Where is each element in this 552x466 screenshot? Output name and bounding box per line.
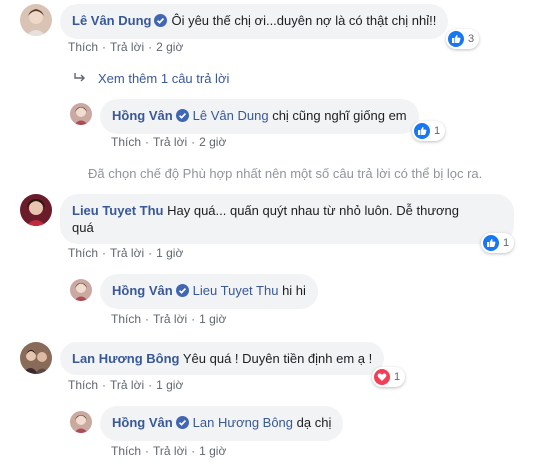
timestamp[interactable]: 1 giờ [156, 378, 183, 392]
like-reaction-icon [483, 235, 499, 251]
avatar[interactable] [20, 194, 52, 226]
comment-3: Lan Hương Bông Yêu quá ! Duyên tiền định… [20, 342, 385, 375]
reply-mention[interactable]: Lieu Tuyet Thu [193, 283, 279, 298]
reaction-count: 1 [434, 125, 441, 137]
reply-mention[interactable]: Lê Vân Dung [193, 108, 269, 123]
view-more-replies[interactable]: Xem thêm 1 câu trả lời [74, 71, 229, 86]
reply-1: Hồng Vân Lê Vân Dung chị cũng nghĩ giống … [70, 99, 419, 134]
like-button[interactable]: Thích [111, 135, 141, 149]
reply-text: dạ chị [296, 415, 332, 430]
comment-author[interactable]: Lan Hương Bông [72, 351, 179, 366]
verified-badge-icon [175, 109, 189, 126]
timestamp[interactable]: 1 giờ [199, 312, 226, 326]
comment-2: Lieu Tuyet Thu Hay quá... quấn quýt nhau… [20, 194, 514, 244]
verified-badge-icon [175, 284, 189, 301]
comment-text: Yêu quá ! Duyên tiền định em ạ ! [182, 351, 373, 366]
timestamp[interactable]: 2 giờ [199, 135, 226, 149]
reply-2: Hồng Vân Lieu Tuyet Thu hi hi [70, 274, 318, 309]
reply-button[interactable]: Trả lời [110, 246, 144, 260]
reaction-badge[interactable]: 1 [372, 367, 406, 387]
verified-badge-icon [154, 14, 168, 31]
reaction-badge[interactable]: 3 [446, 29, 480, 49]
comment-author[interactable]: Lê Vân Dung [72, 13, 151, 28]
reply-button[interactable]: Trả lời [153, 312, 187, 326]
reply-actions: Thích · Trả lời · 1 giờ [111, 444, 227, 458]
reply-button[interactable]: Trả lời [110, 378, 144, 392]
reply-bubble: Hồng Vân Lan Hương Bông dạ chị [100, 406, 344, 441]
comment-author[interactable]: Lieu Tuyet Thu [72, 203, 163, 218]
reply-actions: Thích · Trả lời · 2 giờ [111, 135, 227, 149]
reply-text: chị cũng nghĩ giống em [272, 108, 407, 123]
reaction-badge[interactable]: 1 [412, 121, 446, 141]
timestamp[interactable]: 1 giờ [199, 444, 226, 458]
reaction-count: 3 [468, 33, 475, 45]
comment-actions: Thích · Trả lời · 2 giờ [68, 40, 184, 54]
reply-bubble: Hồng Vân Lieu Tuyet Thu hi hi [100, 274, 318, 309]
comment-1: Lê Vân Dung Ôi yêu thế chị ơi...duyên nợ … [20, 4, 449, 39]
avatar[interactable] [70, 103, 92, 125]
comment-actions: Thích · Trả lời · 1 giờ [68, 378, 184, 392]
like-button[interactable]: Thích [68, 246, 98, 260]
comment-bubble: Lan Hương Bông Yêu quá ! Duyên tiền định… [60, 342, 385, 375]
comment-bubble: Lieu Tuyet Thu Hay quá... quấn quýt nhau… [60, 194, 514, 244]
reply-bubble: Hồng Vân Lê Vân Dung chị cũng nghĩ giống … [100, 99, 419, 134]
view-more-replies-label: Xem thêm 1 câu trả lời [98, 71, 230, 86]
like-button[interactable]: Thích [111, 312, 141, 326]
reply-actions: Thích · Trả lời · 1 giờ [111, 312, 227, 326]
like-reaction-icon [448, 31, 464, 47]
comment-actions: Thích · Trả lời · 1 giờ [68, 246, 184, 260]
timestamp[interactable]: 2 giờ [156, 40, 183, 54]
like-button[interactable]: Thích [68, 378, 98, 392]
love-reaction-icon [374, 369, 390, 385]
verified-badge-icon [175, 416, 189, 433]
reaction-badge[interactable]: 1 [481, 233, 515, 253]
reaction-count: 1 [503, 237, 510, 249]
reply-author[interactable]: Hồng Vân [112, 108, 173, 123]
reply-arrow-icon [74, 71, 86, 86]
comment-bubble: Lê Vân Dung Ôi yêu thế chị ơi...duyên nợ … [60, 4, 449, 39]
reply-button[interactable]: Trả lời [153, 444, 187, 458]
reply-button[interactable]: Trả lời [110, 40, 144, 54]
timestamp[interactable]: 1 giờ [156, 246, 183, 260]
reply-3: Hồng Vân Lan Hương Bông dạ chị [70, 406, 344, 441]
reply-author[interactable]: Hồng Vân [112, 283, 173, 298]
avatar[interactable] [20, 4, 52, 36]
like-button[interactable]: Thích [111, 444, 141, 458]
comment-text-line2: quá [72, 220, 94, 235]
avatar[interactable] [70, 279, 92, 301]
reply-mention[interactable]: Lan Hương Bông [193, 415, 293, 430]
like-reaction-icon [414, 123, 430, 139]
like-button[interactable]: Thích [68, 40, 98, 54]
reply-button[interactable]: Trả lời [153, 135, 187, 149]
comment-text: Ôi yêu thế chị ơi...duyên nợ là có thật … [171, 13, 437, 28]
comment-text-line1: Hay quá... quấn quýt nhau từ nhỏ luôn. D… [167, 203, 460, 218]
reaction-count: 1 [394, 371, 401, 383]
filter-note: Đã chọn chế độ Phù hợp nhất nên một số c… [88, 166, 483, 181]
avatar[interactable] [70, 411, 92, 433]
reply-author[interactable]: Hồng Vân [112, 415, 173, 430]
avatar[interactable] [20, 342, 52, 374]
reply-text: hi hi [282, 283, 306, 298]
